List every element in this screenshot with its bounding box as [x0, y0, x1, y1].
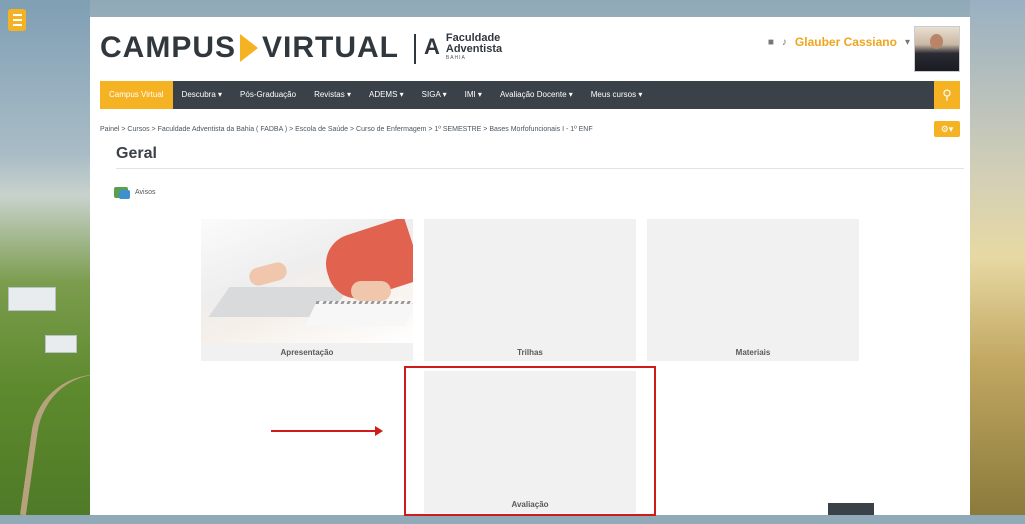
forum-label: Avisos: [135, 189, 156, 196]
nav-item-avaliacao-docente[interactable]: Avaliação Docente ▾: [491, 81, 582, 109]
annotation-arrow: [271, 426, 383, 436]
gear-icon: ⚙▾: [940, 124, 954, 134]
institution-mark-icon: A: [424, 34, 440, 59]
section-divider: [116, 168, 964, 169]
nav-item-pos-graduacao[interactable]: Pós-Graduação: [231, 81, 305, 109]
tile-trilhas[interactable]: Trilhas: [424, 219, 636, 361]
logo-divider: [414, 34, 416, 64]
forum-avisos-link[interactable]: Avisos: [114, 187, 156, 199]
course-settings-button[interactable]: ⚙▾: [934, 121, 960, 137]
nav-item-imi[interactable]: IMI ▾: [456, 81, 491, 109]
user-name-link[interactable]: Glauber Cassiano: [795, 35, 897, 49]
search-icon: ⚲: [942, 87, 952, 102]
nav-item-revistas[interactable]: Revistas ▾: [305, 81, 360, 109]
search-button[interactable]: ⚲: [934, 81, 960, 109]
user-menu: ■ ♪ Glauber Cassiano ▾: [768, 35, 910, 49]
drawer-toggle-button[interactable]: [8, 9, 26, 31]
section-title: Geral: [116, 145, 157, 162]
caret-down-icon[interactable]: ▾: [905, 37, 910, 48]
logo-arrow-icon: [240, 34, 259, 62]
campus-virtual-logo[interactable]: CAMPUS VIRTUAL: [100, 31, 399, 65]
avatar[interactable]: [914, 26, 960, 72]
tile-materiais[interactable]: Materiais: [647, 219, 859, 361]
background-landscape-right: [970, 0, 1025, 515]
institution-name-line2: Adventista: [445, 43, 503, 55]
nav-item-campus-virtual[interactable]: Campus Virtual: [100, 81, 173, 109]
hand-shape: [247, 260, 289, 288]
breadcrumb[interactable]: Painel > Cursos > Faculdade Adventista d…: [100, 126, 593, 133]
notebook-shape: [305, 301, 413, 326]
tile-image-laptop: [201, 219, 413, 343]
building-image: [45, 335, 77, 353]
notification-bell-icon[interactable]: ♪: [782, 37, 787, 48]
tile-label: Apresentação: [280, 348, 334, 357]
avatar-head: [930, 34, 943, 49]
background-landscape-left: [0, 0, 107, 524]
building-image: [8, 287, 56, 311]
message-icon[interactable]: ■: [768, 37, 774, 48]
annotation-highlight-box: [404, 366, 656, 516]
nav-item-descubra[interactable]: Descubra ▾: [173, 81, 231, 109]
nav-item-adems[interactable]: ADEMS ▾: [360, 81, 413, 109]
main-navbar: Campus Virtual Descubra ▾ Pós-Graduação …: [100, 81, 960, 109]
tile-label: Trilhas: [517, 348, 543, 357]
tile-label: Materiais: [735, 348, 771, 357]
institution-subtitle: BAHIA: [445, 55, 466, 61]
floating-widget[interactable]: [828, 503, 874, 515]
logo-text-right: VIRTUAL: [262, 31, 400, 64]
tile-apresentacao[interactable]: Apresentação: [201, 219, 413, 361]
nav-item-meus-cursos[interactable]: Meus cursos ▾: [582, 81, 652, 109]
logo-text-left: CAMPUS: [100, 31, 237, 64]
nav-item-siga[interactable]: SIGA ▾: [413, 81, 456, 109]
institution-logo: A Faculdade Adventista BAHIA: [424, 33, 503, 62]
forum-icon: [114, 187, 130, 199]
site-header: CAMPUS VIRTUAL A Faculdade Adventista BA…: [90, 17, 970, 81]
hand-shape: [351, 281, 391, 301]
